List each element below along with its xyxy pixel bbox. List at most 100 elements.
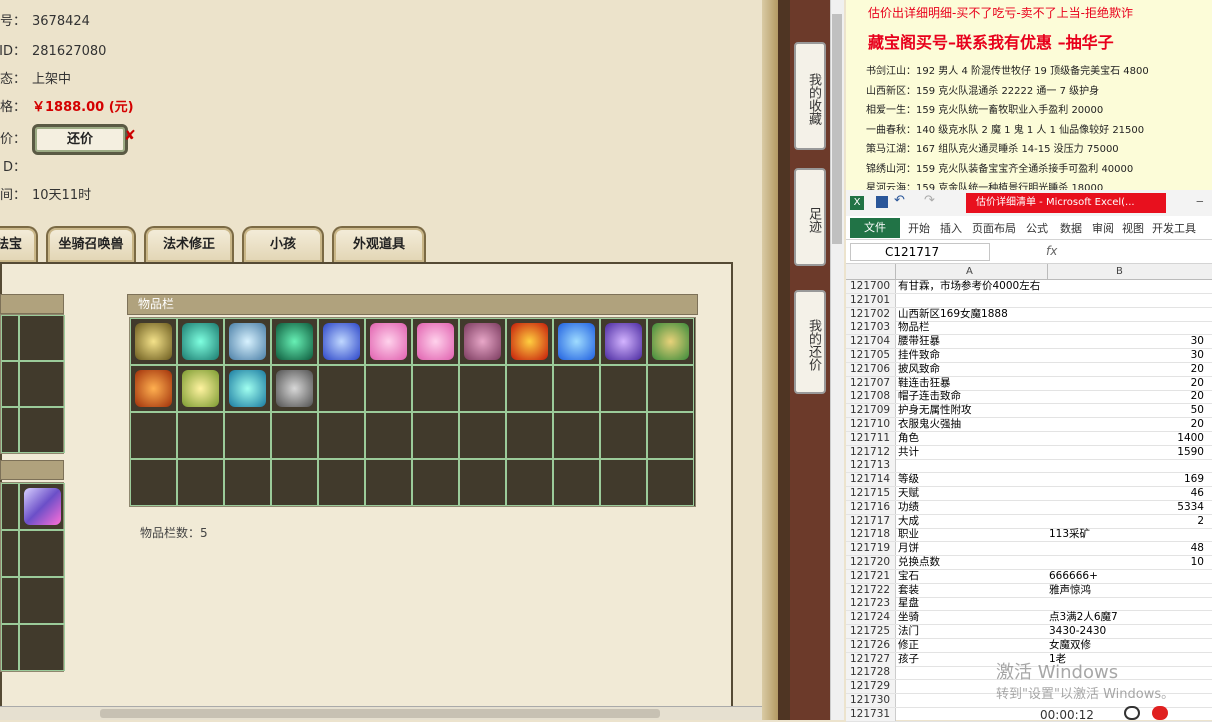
- table-row[interactable]: 121700 有甘霖，市场参考价4000左右: [846, 280, 1212, 294]
- row-number[interactable]: 121723: [846, 597, 896, 611]
- cell-b[interactable]: 5334: [1049, 501, 1204, 514]
- inventory-slot[interactable]: [130, 459, 177, 506]
- tab-2[interactable]: 法术修正: [144, 226, 234, 262]
- row-number[interactable]: 121721: [846, 569, 896, 583]
- row-number[interactable]: 121706: [846, 362, 896, 376]
- row-number[interactable]: 121709: [846, 404, 896, 418]
- cell-a[interactable]: 星盘: [898, 597, 1046, 610]
- table-row[interactable]: 121703 物品栏: [846, 321, 1212, 336]
- inventory-slot[interactable]: [177, 459, 224, 506]
- table-row[interactable]: 121724 坐骑 点3满2人6魔7: [846, 611, 1212, 626]
- row-number[interactable]: 121711: [846, 431, 896, 445]
- table-row[interactable]: 121706 披风致命 20: [846, 362, 1212, 377]
- cell-b[interactable]: 点3满2人6魔7: [1049, 611, 1207, 624]
- table-row[interactable]: 121713: [846, 459, 1212, 474]
- ribbon-tab-1[interactable]: 插入: [940, 220, 962, 236]
- table-row[interactable]: 121707 鞋连击狂暴 20: [846, 376, 1212, 391]
- redo-icon[interactable]: ↷: [924, 193, 935, 208]
- inventory-slot[interactable]: [647, 412, 694, 459]
- cell-a[interactable]: 宝石: [898, 570, 1046, 583]
- inventory-slot[interactable]: [365, 412, 412, 459]
- inventory-slot[interactable]: [412, 318, 459, 365]
- inventory-slot[interactable]: [647, 318, 694, 365]
- scrollbar-thumb[interactable]: [832, 14, 842, 244]
- cell-a[interactable]: 共计: [898, 446, 1046, 459]
- cell-b[interactable]: 46: [1049, 487, 1204, 500]
- cell-a[interactable]: 功绩: [898, 501, 1046, 514]
- sidebar-tab-0[interactable]: 我的收藏: [794, 42, 826, 150]
- item-icon[interactable]: [182, 370, 219, 407]
- inventory-slot[interactable]: [177, 365, 224, 412]
- row-number[interactable]: 121702: [846, 307, 896, 321]
- row-number[interactable]: 121722: [846, 583, 896, 597]
- table-row[interactable]: 121725 法门 3430-2430: [846, 625, 1212, 639]
- inventory-slot[interactable]: [647, 365, 694, 412]
- cell-b[interactable]: 30: [1049, 349, 1204, 362]
- item-icon[interactable]: [370, 323, 407, 360]
- row-number[interactable]: 121701: [846, 293, 896, 307]
- cell-b[interactable]: 20: [1049, 377, 1204, 390]
- column-header-a[interactable]: A: [966, 266, 973, 277]
- cell-a[interactable]: 鞋连击狂暴: [898, 377, 1046, 390]
- row-number[interactable]: 121710: [846, 418, 896, 431]
- inventory-slot[interactable]: [271, 365, 318, 412]
- inventory-slot[interactable]: [412, 459, 459, 506]
- row-number[interactable]: 121708: [846, 390, 896, 404]
- table-row[interactable]: 121722 套装 雅声惊鸿: [846, 583, 1212, 598]
- inventory-slot[interactable]: [553, 459, 600, 506]
- inventory-slot[interactable]: [506, 412, 553, 459]
- inventory-slot[interactable]: [271, 412, 318, 459]
- table-row[interactable]: 121720 兑换点数 10: [846, 556, 1212, 570]
- cell-a[interactable]: 山西新区169女魔1888: [898, 308, 1046, 321]
- cell-a[interactable]: 法门: [898, 625, 1046, 638]
- row-number[interactable]: 121714: [846, 473, 896, 487]
- item-icon[interactable]: [464, 323, 501, 360]
- row-number[interactable]: 121713: [846, 459, 896, 473]
- cell-b[interactable]: 雅声惊鸿: [1049, 584, 1207, 597]
- cell-a[interactable]: 大成: [898, 515, 1046, 528]
- tab-1[interactable]: 坐骑召唤兽: [46, 226, 136, 262]
- name-box[interactable]: C121717: [850, 243, 990, 261]
- item-icon[interactable]: [135, 323, 172, 360]
- scrollbar-thumb[interactable]: [100, 709, 660, 718]
- cell-b[interactable]: 113采矿: [1049, 528, 1207, 541]
- inventory-slot[interactable]: [130, 318, 177, 365]
- inventory-slot[interactable]: [506, 365, 553, 412]
- cell-a[interactable]: 帽子连击致命: [898, 390, 1046, 403]
- inventory-slot[interactable]: [553, 412, 600, 459]
- row-number[interactable]: 121719: [846, 542, 896, 556]
- inventory-slot[interactable]: [459, 365, 506, 412]
- table-row[interactable]: 121711 角色 1400: [846, 431, 1212, 446]
- column-header-b[interactable]: B: [1116, 266, 1123, 277]
- ribbon-tab-2[interactable]: 页面布局: [972, 220, 1016, 236]
- row-number[interactable]: 121724: [846, 611, 896, 625]
- row-number[interactable]: 121700: [846, 280, 896, 293]
- row-number[interactable]: 121717: [846, 514, 896, 528]
- row-number[interactable]: 121726: [846, 638, 896, 652]
- cell-b[interactable]: 20: [1049, 418, 1204, 431]
- sidebar-tab-1[interactable]: 足迹: [794, 168, 826, 266]
- cell-a[interactable]: 修正: [898, 639, 1046, 652]
- cell-b[interactable]: 3430-2430: [1049, 625, 1207, 638]
- inventory-slot[interactable]: [318, 318, 365, 365]
- cell-b[interactable]: 2: [1049, 515, 1204, 528]
- item-icon[interactable]: [229, 323, 266, 360]
- cell-a[interactable]: 有甘霖，市场参考价4000左右: [898, 280, 1046, 293]
- cell-b[interactable]: 666666+: [1049, 570, 1207, 583]
- ribbon-tab-3[interactable]: 公式: [1026, 220, 1048, 236]
- inventory-slot[interactable]: [224, 365, 271, 412]
- row-number[interactable]: 121716: [846, 500, 896, 514]
- inventory-slot[interactable]: [271, 318, 318, 365]
- table-row[interactable]: 121718 职业 113采矿: [846, 528, 1212, 543]
- table-row[interactable]: 121717 大成 2: [846, 514, 1212, 529]
- file-tab[interactable]: 文件: [850, 218, 900, 238]
- item-icon[interactable]: [276, 370, 313, 407]
- inventory-slot[interactable]: [553, 318, 600, 365]
- inventory-slot[interactable]: [600, 318, 647, 365]
- tab-0[interactable]: 法宝: [0, 226, 38, 262]
- table-row[interactable]: 121723 星盘: [846, 597, 1212, 612]
- cell-a[interactable]: 天赋: [898, 487, 1046, 500]
- tab-3[interactable]: 小孩: [242, 226, 324, 262]
- cell-a[interactable]: 腰带狂暴: [898, 335, 1046, 348]
- minimize-icon[interactable]: ‒: [1196, 194, 1204, 208]
